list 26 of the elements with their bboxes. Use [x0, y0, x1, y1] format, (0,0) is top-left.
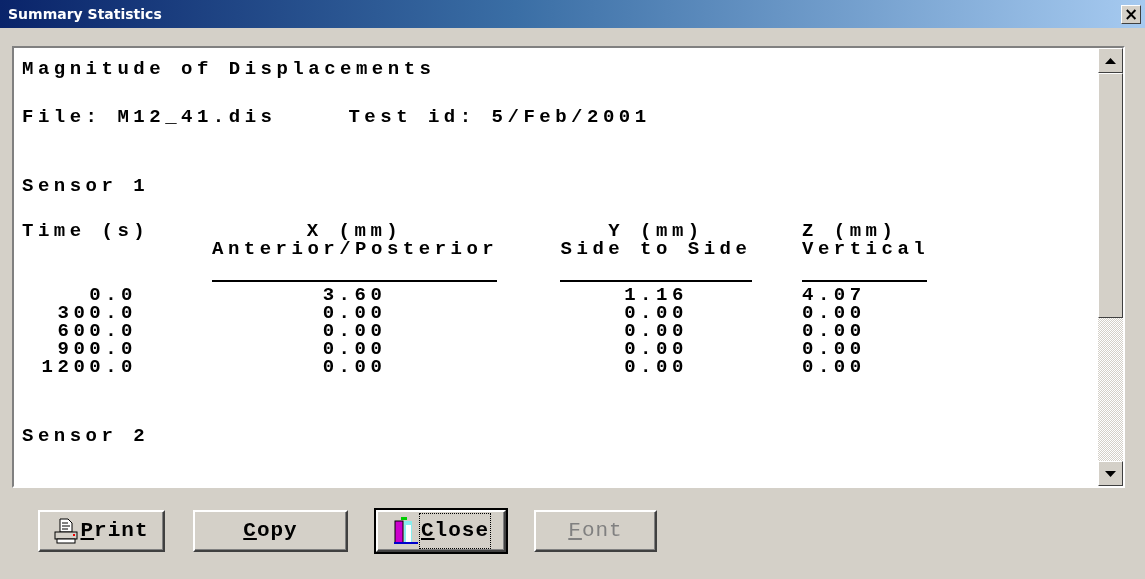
down-arrow-icon [1105, 470, 1116, 477]
column-title: X (mm) [306, 222, 403, 240]
column-title: Time (s) [22, 222, 151, 240]
report-title: Magnitude of Displacements [22, 60, 437, 78]
up-arrow-icon [1105, 57, 1116, 64]
close-button[interactable]: × [1121, 4, 1141, 24]
scroll-down-button[interactable] [1098, 461, 1123, 486]
column-title: Y (mm) [608, 222, 704, 240]
column-subtitle: Vertical [802, 240, 927, 258]
test-id: 5/Feb/2001 [491, 108, 651, 126]
column-title: Z (mm) [802, 222, 898, 240]
scroll-up-button[interactable] [1098, 48, 1123, 73]
test-id-label: Test id: [348, 108, 477, 126]
copy-button[interactable]: Copy [193, 510, 348, 552]
window-title: Summary Statistics [8, 4, 162, 24]
close-button[interactable]: Close [376, 510, 506, 552]
sensor-heading: Sensor 1 [22, 177, 151, 195]
print-button[interactable]: Print [38, 510, 165, 552]
column-subtitle: Anterior/Posterior [212, 240, 497, 258]
sensor-heading: Sensor 2 [22, 427, 151, 445]
file-name: M12_41.dis [117, 108, 277, 126]
printer-icon [54, 518, 79, 544]
file-label: File: [22, 108, 103, 126]
scroll-thumb[interactable] [1098, 73, 1123, 318]
column-subtitle: Side to Side [560, 240, 752, 258]
door-icon [393, 517, 419, 545]
